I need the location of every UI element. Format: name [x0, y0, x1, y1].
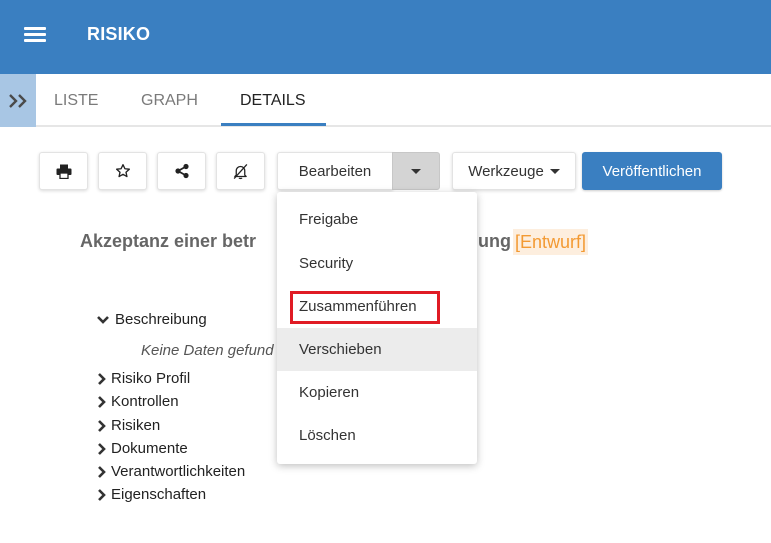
double-chevron-right-icon	[9, 93, 27, 108]
page-title: Akzeptanz einer betr	[80, 231, 257, 251]
chevron-right-icon	[98, 488, 106, 501]
menu-item-freigabe[interactable]: Freigabe	[277, 198, 477, 241]
publish-button[interactable]: Veröffentlichen	[582, 152, 722, 190]
tools-button[interactable]: Werkzeuge	[452, 152, 576, 190]
chevron-right-icon	[98, 395, 106, 408]
favorite-button[interactable]	[98, 152, 147, 190]
menu-item-zusammenfuehren[interactable]: Zusammenführen	[277, 285, 477, 328]
caret-down-icon	[411, 168, 421, 174]
menu-item-security[interactable]: Security	[277, 242, 477, 285]
hamburger-menu-icon[interactable]	[24, 26, 46, 44]
tree-item-label: Dokumente	[111, 440, 188, 457]
print-button[interactable]	[39, 152, 88, 190]
tree-item-label: Risiken	[111, 417, 161, 434]
menu-item-loeschen[interactable]: Löschen	[277, 414, 477, 457]
app-header: RISIKO	[0, 0, 771, 74]
bell-slash-icon	[233, 163, 248, 179]
edit-dropdown-toggle[interactable]	[392, 152, 440, 190]
empty-state-text: Keine Daten gefund	[141, 342, 274, 359]
tree-item-risiken[interactable]: Risiken	[96, 417, 160, 434]
tree-item-verantwortlichkeiten[interactable]: Verantwortlichkeiten	[96, 463, 245, 480]
menu-item-kopieren[interactable]: Kopieren	[277, 371, 477, 414]
tree-item-kontrollen[interactable]: Kontrollen	[96, 393, 179, 410]
tree-item-label: Verantwortlichkeiten	[111, 463, 246, 480]
edit-dropdown-menu: Freigabe Security Zusammenführen Verschi…	[277, 192, 477, 464]
caret-down-icon	[549, 168, 560, 174]
tree-item-eigenschaften[interactable]: Eigenschaften	[96, 486, 206, 503]
tools-button-label: Werkzeuge	[468, 162, 544, 180]
tree-item-dokumente[interactable]: Dokumente	[96, 440, 188, 457]
chevron-right-icon	[98, 442, 106, 455]
expand-sidebar-button[interactable]	[0, 74, 36, 127]
print-icon	[56, 164, 71, 179]
chevron-right-icon	[98, 372, 106, 385]
tree-item-label: Beschreibung	[115, 311, 207, 328]
chevron-right-icon	[98, 465, 106, 478]
tab-bar: LISTE GRAPH DETAILS	[0, 74, 771, 127]
status-badge: [Entwurf]	[513, 229, 589, 255]
chevron-right-icon	[98, 419, 106, 432]
menu-item-verschieben[interactable]: Verschieben	[277, 328, 477, 371]
notifications-off-button[interactable]	[216, 152, 265, 190]
page-title-tail: ung	[478, 231, 511, 251]
tree-item-beschreibung[interactable]: Beschreibung	[96, 311, 207, 328]
tree-item-risiko-profil[interactable]: Risiko Profil	[96, 370, 190, 387]
app-title: RISIKO	[87, 24, 151, 44]
edit-button[interactable]: Bearbeiten	[277, 152, 393, 190]
tab-graph[interactable]: GRAPH	[141, 74, 198, 127]
tree-item-label: Kontrollen	[111, 393, 179, 410]
active-tab-indicator	[221, 123, 326, 126]
tab-details[interactable]: DETAILS	[240, 74, 306, 127]
tree-item-label: Eigenschaften	[111, 486, 207, 503]
star-icon	[115, 164, 130, 178]
share-button[interactable]	[157, 152, 206, 190]
tab-liste[interactable]: LISTE	[54, 74, 98, 127]
edit-button-label: Bearbeiten	[298, 162, 372, 180]
tree-item-label: Risiko Profil	[111, 370, 191, 387]
chevron-down-icon	[97, 315, 109, 324]
share-icon	[174, 163, 189, 179]
